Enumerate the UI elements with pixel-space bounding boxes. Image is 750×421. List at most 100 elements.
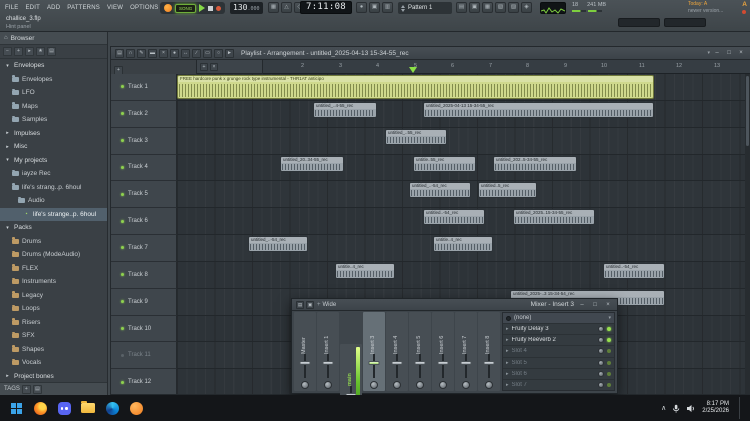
audio-clip[interactable]: untitled_..55_rec <box>385 128 447 145</box>
select-tool-icon[interactable]: ▭ <box>203 48 212 58</box>
song-mode-toggle[interactable]: SONG <box>175 3 197 13</box>
mixer-strip[interactable]: Insert 6 <box>432 312 454 391</box>
speaker-icon[interactable] <box>686 404 696 413</box>
mixer-strip[interactable]: Insert 4 <box>386 312 408 391</box>
browser-item[interactable]: Audio <box>0 194 107 208</box>
playlist-minimize-button[interactable] <box>712 50 722 56</box>
track-header[interactable]: Track 10 <box>111 315 177 343</box>
audio-clip[interactable]: untitle..4_rec <box>335 262 395 279</box>
mixer-strip[interactable]: Insert 8 <box>478 312 500 391</box>
audio-clip[interactable]: untitle..4_rec <box>433 236 493 253</box>
show-desktop-button[interactable] <box>739 397 742 419</box>
edge-taskbar-button[interactable] <box>100 397 124 419</box>
slot-mix-knob[interactable] <box>598 326 604 333</box>
fader-handle[interactable] <box>368 361 380 365</box>
track-header[interactable]: Track 7 <box>111 235 177 262</box>
audio-clip[interactable]: untitled_..-54_rec <box>248 236 308 253</box>
slot-enable-led[interactable] <box>607 360 611 365</box>
track-enable-led[interactable] <box>121 246 124 250</box>
audio-clip[interactable]: FREE hardcore punk x grunge rock type in… <box>177 75 654 99</box>
mixer-strip[interactable]: Insert 7 <box>455 312 477 391</box>
audio-clip[interactable]: untitled_2025..15-34-55_rec <box>513 209 595 226</box>
audio-clip[interactable]: untitled..-54_rec <box>603 262 665 279</box>
audio-clip[interactable]: untitled..5_rec <box>478 182 537 199</box>
typing-keyboard-icon[interactable]: ▦ <box>268 2 279 13</box>
paint-tool-icon[interactable]: ▬ <box>148 48 157 58</box>
effect-slot[interactable]: Slot 7 <box>503 380 614 390</box>
fader-handle[interactable] <box>322 361 334 365</box>
metronome-icon[interactable]: △ <box>281 2 292 13</box>
tools-menu-icon[interactable]: ◈ <box>521 2 532 13</box>
audio-clip[interactable]: untitled_..-54_rec <box>409 182 471 199</box>
track-lane[interactable]: untitle..4_rec untitled..-54_rec <box>177 261 750 289</box>
effect-slot[interactable]: Slot 5 <box>503 358 614 369</box>
mixer-strip[interactable]: Master <box>294 312 316 391</box>
delete-tool-icon[interactable]: × <box>159 48 168 58</box>
microphone-icon[interactable] <box>672 404 680 413</box>
track-header[interactable]: Track 6 <box>111 208 177 236</box>
track-enable-led[interactable] <box>121 139 124 143</box>
slot-enable-led[interactable] <box>607 327 611 332</box>
oscilloscope[interactable] <box>540 2 566 14</box>
menu-item[interactable]: EDIT <box>25 5 39 11</box>
browser-item[interactable]: Envelopes <box>0 73 107 87</box>
mixer-maximize-button[interactable] <box>590 302 600 308</box>
browser-item[interactable]: Drums <box>0 235 107 249</box>
browser-item[interactable]: Envelopes <box>0 59 107 73</box>
pan-knob[interactable] <box>439 381 447 389</box>
fader-handle[interactable] <box>483 361 495 365</box>
touch-controller-icon[interactable]: ▧ <box>495 2 506 13</box>
tags-menu-icon[interactable]: ▤ <box>32 384 42 394</box>
browser-item[interactable]: iayze Rec <box>0 167 107 181</box>
browser-item[interactable]: life's strange..p. 6houl <box>0 207 107 221</box>
audio-clip[interactable]: untitled..-54_rec <box>423 209 485 226</box>
fl-studio-taskbar-button[interactable] <box>124 397 148 419</box>
browser-menu-icon[interactable]: ▤ <box>47 47 56 56</box>
fader-handle[interactable] <box>299 361 311 365</box>
update-notice[interactable]: Today: A newer version... <box>688 1 742 14</box>
record-button[interactable] <box>216 5 222 11</box>
taskbar-clock[interactable]: 8:17 PM 2/25/2026 <box>702 401 729 415</box>
playlist-menu-icon[interactable]: ▤ <box>115 48 124 58</box>
track-enable-led[interactable] <box>121 219 124 223</box>
browser-item[interactable]: Impulses <box>0 127 107 141</box>
browser-item[interactable]: Loops <box>0 302 107 316</box>
favorites-star-icon[interactable]: ★ <box>36 47 45 56</box>
expand-all-icon[interactable]: + <box>14 47 23 56</box>
timeline-ruler[interactable]: 234567891011121314 <box>263 60 750 74</box>
menu-item[interactable]: OPTIONS <box>130 5 158 11</box>
menu-item[interactable]: VIEW <box>107 5 123 11</box>
track-lane[interactable]: untitled..-54_rec untitled_2025..15-34-5… <box>177 208 750 236</box>
browser-home-icon[interactable] <box>4 35 8 41</box>
slot-selector-row[interactable]: (none) <box>503 313 614 324</box>
browser-item[interactable]: Packs <box>0 221 107 235</box>
effect-slot[interactable]: Slot 4 <box>503 346 614 358</box>
add-track-icon[interactable] <box>200 62 208 71</box>
precount-icon[interactable]: ● <box>356 2 367 13</box>
fader-handle[interactable] <box>460 361 472 365</box>
draw-tool-icon[interactable]: ✎ <box>137 48 146 58</box>
discord-taskbar-button[interactable] <box>52 397 76 419</box>
stop-button[interactable] <box>208 5 214 11</box>
slot-mix-knob[interactable] <box>598 348 604 355</box>
browser-item[interactable]: Instruments <box>0 275 107 289</box>
browser-item[interactable]: LFO <box>0 86 107 100</box>
track-header[interactable]: Track 4 <box>111 154 177 182</box>
track-enable-led[interactable] <box>121 353 124 357</box>
playlist-titlebar[interactable]: ▤ ∩ ✎ ▬ × ● ↔ ∕ ▭ ○ ► Playlist - Arrangement - unt… <box>111 47 750 60</box>
effect-slot[interactable]: Fruity Delay 3 <box>503 324 614 336</box>
effect-slot[interactable]: Fruity Reeverb 2 <box>503 335 614 347</box>
multilink-icon[interactable]: ▦ <box>482 2 493 13</box>
track-lane[interactable]: untitled_20..34-55_rec untitle..55_rec u… <box>177 154 750 182</box>
browser-item[interactable]: life's strang..p. 6houl <box>0 181 107 195</box>
slice-tool-icon[interactable]: ∕ <box>192 48 201 58</box>
track-lane[interactable]: untitled_..4-55_rec untitled_2025-04-13 … <box>177 100 750 128</box>
playlist-close-button[interactable] <box>736 50 746 56</box>
slot-enable-led[interactable] <box>607 349 611 354</box>
browser-item[interactable]: My projects <box>0 154 107 168</box>
track-header[interactable]: Track 11 <box>111 342 177 370</box>
chevron-down-icon[interactable] <box>707 50 710 56</box>
track-header[interactable]: Track 3 <box>111 127 177 155</box>
mute-tool-icon[interactable]: ● <box>170 48 179 58</box>
smart-disable-icon[interactable]: ▨ <box>508 2 519 13</box>
